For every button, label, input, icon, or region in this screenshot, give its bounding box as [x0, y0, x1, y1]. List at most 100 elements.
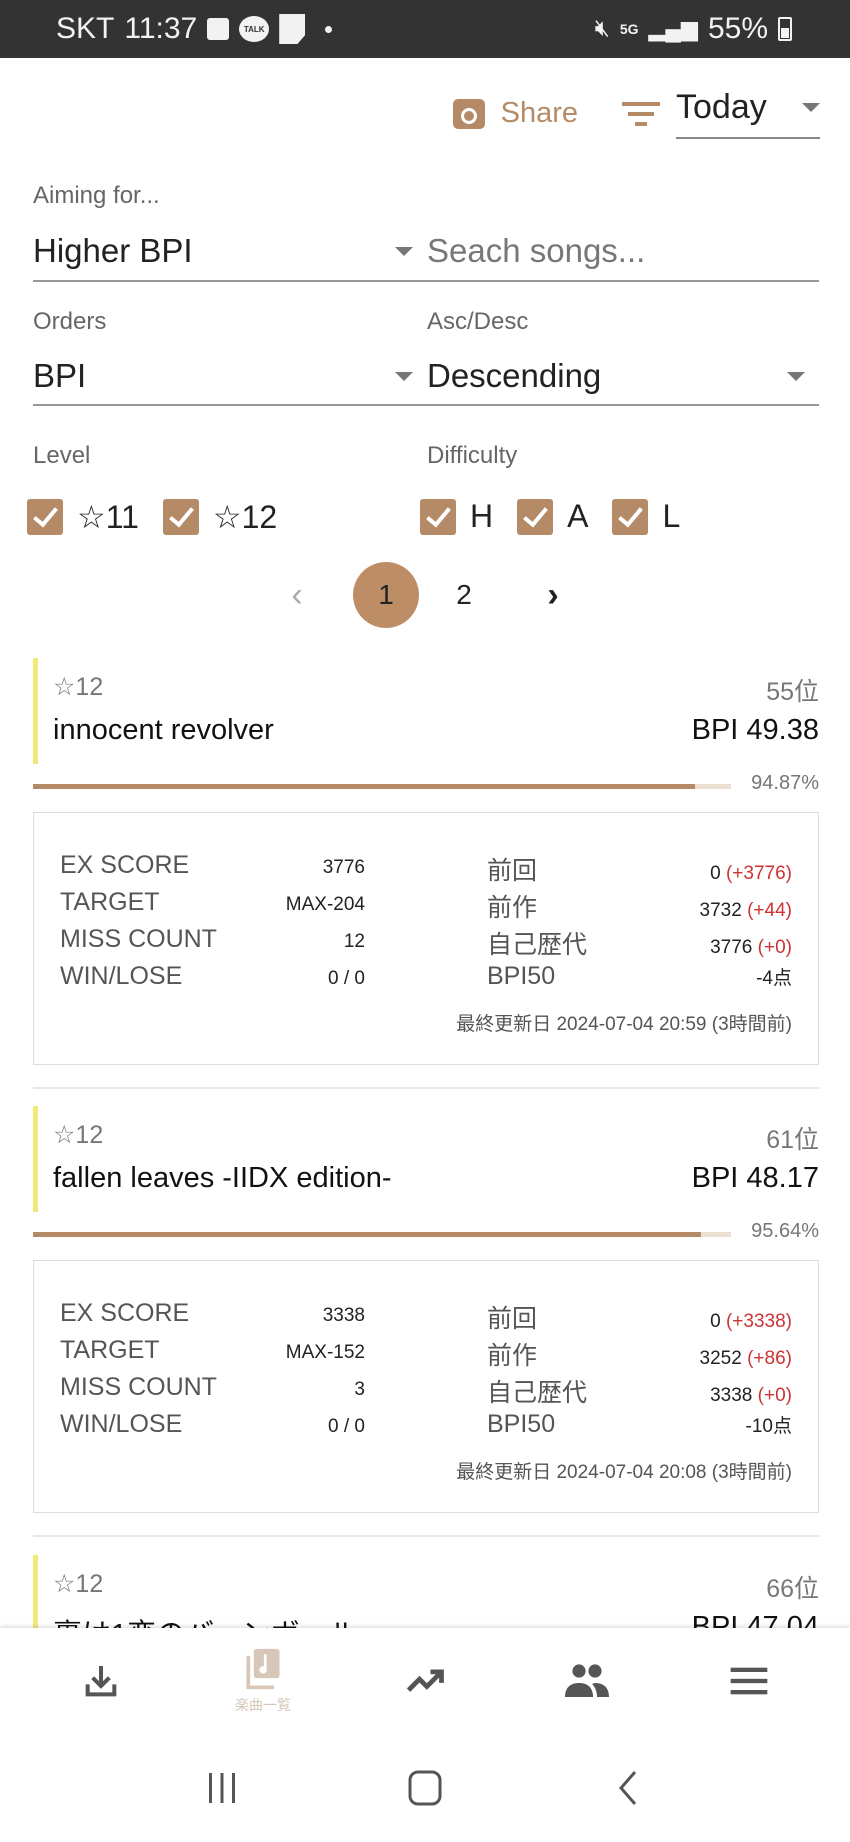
aiming-value: Higher BPI	[33, 232, 193, 269]
back-icon	[619, 1771, 637, 1805]
orders-value: BPI	[33, 357, 87, 394]
checkbox-level-11[interactable]: ☆11	[27, 498, 139, 536]
filter-icon	[622, 101, 660, 126]
stat-value: 0	[710, 863, 721, 884]
chevron-down-icon	[395, 371, 413, 381]
divider	[33, 1087, 819, 1089]
checkbox-label: A	[567, 498, 589, 534]
signal-icon: ▂▄▆	[648, 16, 698, 41]
stat-key: 自己歴代	[487, 1379, 588, 1407]
stat-diff: (+86)	[747, 1348, 792, 1369]
search-input[interactable]: Seach songs...	[413, 222, 819, 282]
more-notifications-icon	[325, 25, 333, 33]
song-rank: 61位	[766, 1126, 819, 1154]
stat-target: TARGET MAX-204	[60, 888, 365, 925]
stat-diff: (+0)	[757, 937, 792, 958]
checkbox-checked-icon	[612, 498, 649, 535]
download-icon	[85, 1666, 117, 1697]
stat-diff: (+3338)	[725, 1311, 792, 1332]
asc-desc-label: Asc/Desc	[427, 308, 529, 335]
score-rate-fill	[33, 784, 696, 789]
song-detail-box: EX SCORE 3776 TARGET MAX-204 MISS COUNT 12 …	[33, 812, 819, 1065]
stat-value: -4点	[756, 968, 792, 989]
song-bpi: BPI 47.04	[691, 1611, 819, 1628]
song-title[interactable]: innocent revolver	[53, 714, 274, 747]
stat-key: 自己歴代	[487, 931, 588, 959]
checkbox-label: ☆11	[77, 499, 139, 535]
score-rate-track	[33, 1232, 731, 1237]
stat-key: 前作	[487, 894, 538, 922]
song-title[interactable]: 裏は1恋のバーンボール…	[53, 1611, 387, 1628]
level-label-wrap: Level	[33, 442, 90, 470]
checkbox-difficulty-l[interactable]: L	[612, 498, 680, 535]
stat-key: MISS COUNT	[60, 1373, 217, 1401]
stat-value: MAX-204	[285, 894, 365, 915]
stat-value: 3252	[699, 1348, 742, 1369]
orders-select[interactable]: BPI	[33, 348, 413, 406]
asc-desc-select[interactable]: Descending	[413, 348, 819, 406]
last-updated: 最終更新日 2024-07-04 20:59 (3時間前)	[456, 1014, 792, 1035]
back-button[interactable]	[598, 1763, 658, 1813]
orders-label: Orders	[33, 308, 107, 335]
share-button[interactable]: Share	[452, 97, 578, 130]
stat-bpi50: BPI50 -10点	[487, 1410, 792, 1447]
score-rate: 94.87%	[33, 772, 819, 808]
stat-key: 前作	[487, 1342, 538, 1370]
stat-key: 前回	[487, 1305, 538, 1333]
recent-apps-icon	[208, 1773, 235, 1803]
camera-icon	[452, 98, 485, 129]
difficulty-checkboxes: H A L	[420, 498, 680, 535]
stat-bpi50: BPI50 -4点	[487, 962, 792, 999]
period-select[interactable]: Today	[676, 88, 820, 139]
stat-key: WIN/LOSE	[60, 962, 183, 990]
stat-win-lose: WIN/LOSE 0 / 0	[60, 1410, 365, 1447]
nav-import[interactable]	[41, 1661, 161, 1701]
song-header: ☆12 66位 裏は1恋のバーンボール… BPI 47.04	[33, 1555, 819, 1628]
battery-percent: 55%	[707, 12, 768, 45]
recent-apps-button[interactable]	[192, 1763, 252, 1813]
difficulty-label-wrap: Difficulty	[427, 442, 517, 470]
stat-target: TARGET MAX-152	[60, 1336, 365, 1373]
stat-miss-count: MISS COUNT 3	[60, 1373, 365, 1410]
song-entry: ☆12 55位 innocent revolver BPI 49.38 94.8…	[33, 658, 819, 1089]
menu-icon	[730, 1667, 768, 1695]
song-level: ☆12	[53, 1121, 104, 1149]
checkbox-difficulty-h[interactable]: H	[420, 498, 493, 535]
song-level: ☆12	[53, 673, 104, 701]
stat-value: 0 / 0	[328, 1416, 365, 1437]
stat-win-lose: WIN/LOSE 0 / 0	[60, 962, 365, 999]
home-icon	[408, 1770, 442, 1806]
song-bpi: BPI 49.38	[691, 714, 819, 746]
page-2-button[interactable]: 2	[431, 562, 497, 628]
last-updated: 最終更新日 2024-07-04 20:08 (3時間前)	[456, 1462, 792, 1483]
checkbox-difficulty-a[interactable]: A	[517, 498, 588, 535]
aiming-select[interactable]: Higher BPI	[33, 222, 413, 282]
nav-rivals[interactable]	[527, 1661, 647, 1701]
aiming-label-wrap: Aiming for...	[33, 182, 160, 210]
nav-menu[interactable]	[689, 1664, 809, 1698]
checkbox-label: H	[470, 498, 494, 534]
song-title[interactable]: fallen leaves -IIDX edition-	[53, 1162, 392, 1195]
stat-value: 0	[710, 1311, 721, 1332]
stat-diff: (+0)	[757, 1385, 792, 1406]
page-1-button[interactable]: 1	[353, 562, 419, 628]
stat-key: TARGET	[60, 1336, 160, 1364]
next-page-button[interactable]: ›	[533, 576, 573, 615]
checkbox-level-12[interactable]: ☆12	[162, 498, 277, 536]
divider	[33, 1535, 819, 1537]
stat-key: TARGET	[60, 888, 160, 916]
checkbox-checked-icon	[517, 498, 554, 535]
chevron-down-icon	[787, 371, 805, 381]
mute-icon: 🔇︎	[594, 15, 610, 42]
period-value: Today	[676, 88, 767, 126]
search-placeholder: Seach songs...	[427, 232, 646, 269]
song-header: ☆12 61位 fallen leaves -IIDX edition- BPI…	[33, 1106, 819, 1212]
prev-page-button[interactable]: ‹	[277, 576, 317, 615]
nav-song-list[interactable]: 楽曲一覧	[203, 1647, 323, 1715]
stat-ex-score: EX SCORE 3776	[60, 851, 365, 888]
home-button[interactable]	[395, 1763, 455, 1813]
nav-stats[interactable]	[365, 1659, 485, 1703]
stat-diff: (+44)	[747, 900, 792, 921]
clock: 11:37	[124, 12, 198, 45]
people-icon	[565, 1664, 609, 1697]
